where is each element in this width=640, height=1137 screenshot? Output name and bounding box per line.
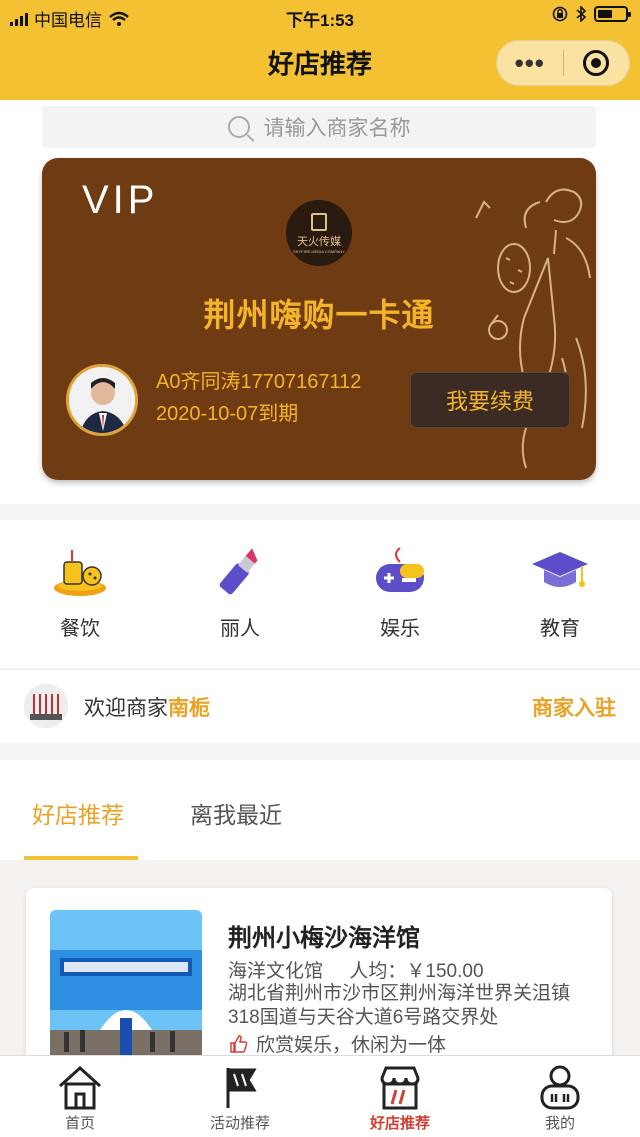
bottom-tab-bar: 首页 活动推荐 好店推荐 我的 — [0, 1055, 640, 1137]
user-icon — [540, 1065, 580, 1110]
user-line: A0齐同涛17707167112 — [156, 371, 362, 393]
rotation-lock-icon — [552, 6, 568, 22]
tabbar-item-mine[interactable]: 我的 — [480, 1056, 640, 1137]
search-input[interactable]: 请输入商家名称 — [42, 106, 596, 148]
user-info: A0齐同涛17707167112 2020-10-07到期 — [156, 366, 361, 430]
search-placeholder: 请输入商家名称 — [263, 117, 411, 140]
category-item-beauty[interactable]: 丽人 — [160, 520, 320, 668]
category-grid: 餐饮 丽人 娱乐 教育 — [0, 520, 640, 668]
clock: 下午1:53 — [285, 11, 355, 30]
tabbar-label: 首页 — [64, 1115, 95, 1132]
shop-name: 荆州小梅沙海洋馆 — [228, 925, 420, 952]
category-label: 教育 — [540, 618, 580, 640]
merchant-name: 南栀 — [168, 697, 210, 720]
shop-meta: 海洋文化馆 人均：￥150.00 — [228, 956, 484, 983]
tabbar-item-home[interactable]: 首页 — [0, 1056, 160, 1137]
shop-tag: 欣赏娱乐，休闲为一体 — [228, 1030, 446, 1057]
shop-category: 海洋文化馆 — [228, 961, 324, 982]
category-label: 餐饮 — [60, 618, 100, 640]
category-item-entertainment[interactable]: 娱乐 — [320, 520, 480, 668]
logo-text: 天火传媒 — [297, 234, 341, 248]
tabbar-item-shops[interactable]: 好店推荐 — [320, 1056, 480, 1137]
avatar — [66, 364, 138, 436]
welcome-text: 欢迎商家南栀 — [84, 692, 210, 722]
battery-icon — [594, 6, 631, 22]
card-name: 荆州嗨购一卡通 — [203, 297, 435, 333]
category-item-education[interactable]: 教育 — [480, 520, 640, 668]
tab-nearby[interactable]: 离我最近 — [190, 796, 282, 830]
company-logo: 天火传媒 SKYFIRE MEDIA COMPANY — [286, 200, 352, 266]
shop-tabs: 好店推荐 离我最近 — [0, 760, 640, 860]
close-target-button[interactable] — [564, 50, 630, 76]
logo-subtext: SKYFIRE MEDIA COMPANY — [293, 248, 345, 254]
category-label: 娱乐 — [380, 618, 420, 640]
renew-button[interactable]: 我要续费 — [410, 372, 570, 428]
shop-image — [50, 910, 202, 1070]
category-label: 丽人 — [220, 618, 260, 640]
target-icon — [583, 50, 610, 76]
tabbar-label: 好店推荐 — [369, 1115, 430, 1132]
tabbar-label: 活动推荐 — [209, 1115, 270, 1132]
expiry-date: 2020-10-07到期 — [156, 403, 299, 425]
tab-recommended[interactable]: 好店推荐 — [32, 796, 124, 830]
home-icon — [58, 1065, 102, 1110]
vip-card: VIP 天火传媒 SKYFIRE MEDIA COMPANY 荆州嗨购一卡通 A… — [42, 158, 596, 480]
shop-tag-text: 欣赏娱乐，休闲为一体 — [256, 1035, 447, 1056]
tabbar-item-activities[interactable]: 活动推荐 — [160, 1056, 320, 1137]
shop-price: 人均：￥150.00 — [349, 961, 484, 982]
graduation-cap-icon — [532, 552, 588, 587]
bluetooth-icon — [576, 6, 586, 22]
mini-program-capsule: ••• — [496, 40, 630, 86]
shop-icon — [380, 1066, 420, 1110]
logo-mark — [311, 212, 327, 231]
welcome-bar: 欢迎商家南栀 商家入驻 — [0, 669, 640, 743]
status-bar: 中国电信 下午1:53 — [0, 0, 640, 32]
merchant-join-link[interactable]: 商家入驻 — [532, 692, 616, 722]
thumbs-up-icon — [230, 1034, 248, 1053]
category-item-food[interactable]: 餐饮 — [0, 520, 160, 668]
lipstick-icon — [219, 548, 258, 595]
search-icon — [227, 116, 250, 138]
flag-icon — [226, 1068, 257, 1108]
tabbar-label: 我的 — [544, 1115, 575, 1132]
more-dots-icon[interactable]: ••• — [497, 50, 563, 76]
shop-address: 湖北省荆州市沙市区荆州海洋世界关沮镇318国道与天谷大道6号路交界处 — [228, 983, 571, 1028]
vip-label: VIP — [82, 178, 159, 222]
welcome-prefix: 欢迎商家 — [84, 697, 168, 720]
merchant-avatar — [24, 684, 68, 728]
food-icon — [54, 550, 106, 596]
gamepad-icon — [376, 547, 424, 592]
